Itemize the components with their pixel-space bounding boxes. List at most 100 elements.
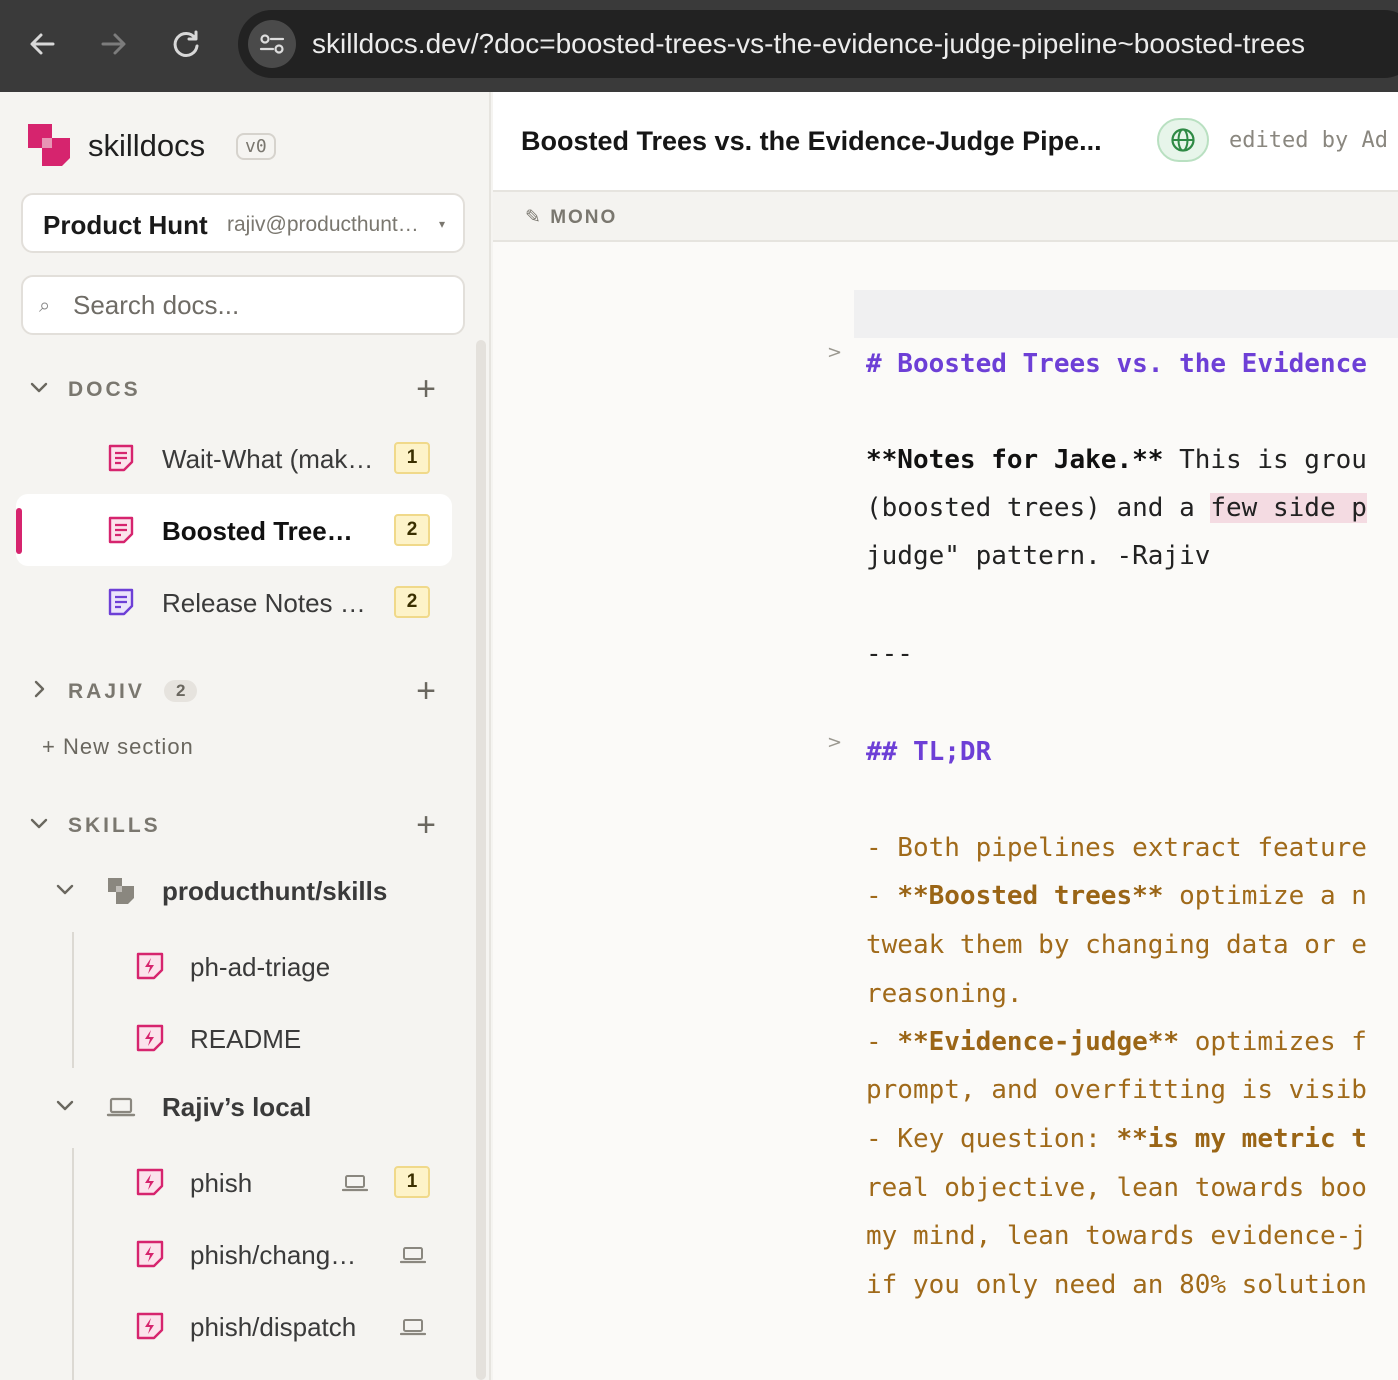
skill-bolt-icon — [136, 1240, 164, 1268]
highlighted-comment-text[interactable]: few side p — [1210, 493, 1367, 523]
editor-mode-bar: ✎ MONO — [493, 192, 1398, 242]
active-indicator — [16, 508, 22, 554]
browser-toolbar: skilldocs.dev/?doc=boosted-trees-vs-the-… — [0, 0, 1398, 92]
doc-item-wait-what[interactable]: Wait-What (maker notes) 1 — [16, 422, 452, 494]
editor-line-3: judge" pattern. -Rajiv — [866, 541, 1211, 571]
doc-item-label: Wait-What (maker notes) — [162, 444, 376, 474]
skill-group-label: Rajiv’s local — [162, 1092, 312, 1122]
search-box[interactable]: ⌕ — [21, 275, 465, 335]
skilldocs-logo-icon — [28, 124, 70, 166]
editor-line-bullet-2: - **Boosted trees** optimize a n — [866, 872, 1367, 920]
fold-chevron-icon[interactable]: > — [827, 732, 842, 753]
bullet-dash: - — [866, 1027, 898, 1057]
doc-icon — [108, 444, 134, 472]
editor-line-bullet-1: - Both pipelines extract feature — [866, 833, 1367, 863]
doc-item-label: Release Notes Skill — [162, 588, 372, 618]
version-badge: v0 — [236, 133, 276, 160]
bold-text: **Evidence-judge** — [897, 1027, 1180, 1057]
skill-item-label: phish — [190, 1168, 253, 1198]
caret-down-icon: ▾ — [438, 217, 445, 231]
search-input[interactable] — [73, 287, 453, 323]
doc-item-boosted-trees[interactable]: Boosted Trees vs. the Evidence-Judge Pip… — [16, 494, 452, 566]
editor-line-bullet-3: - **Evidence-judge** optimizes f — [866, 1018, 1367, 1066]
doc-title[interactable]: Boosted Trees vs. the Evidence-Judge Pip… — [521, 126, 1102, 157]
skill-bolt-icon — [136, 1168, 164, 1196]
skill-group-rajiv-local[interactable]: Rajiv’s local — [54, 1080, 454, 1140]
markdown-editor[interactable]: > # Boosted Trees vs. the Evidence **Not… — [493, 244, 1398, 1380]
section-rajiv-header[interactable]: RAJIV 2 + — [28, 672, 448, 712]
brand-name[interactable]: skilldocs — [88, 128, 205, 164]
section-skills-header[interactable]: SKILLS + — [28, 806, 448, 846]
workspace-name: Product Hunt — [43, 210, 208, 240]
site-settings-icon[interactable] — [248, 20, 296, 68]
doc-item-release-notes[interactable]: Release Notes Skill 2 — [16, 566, 452, 638]
add-doc-icon[interactable]: + — [416, 672, 436, 711]
back-arrow-icon[interactable] — [20, 22, 64, 66]
skill-item-phish[interactable]: phish 1 — [136, 1154, 446, 1214]
comment-count-badge: 1 — [394, 1166, 430, 1198]
skill-item-label: phish/dispatch — [190, 1312, 357, 1342]
chevron-down-icon[interactable] — [28, 812, 56, 841]
reload-icon[interactable] — [164, 22, 208, 66]
editor-line-2: (boosted trees) and a few side p — [866, 484, 1367, 532]
section-count-badge: 2 — [164, 680, 198, 702]
section-skills-label: SKILLS — [68, 814, 161, 837]
chevron-down-icon[interactable] — [54, 1094, 76, 1122]
laptop-icon — [400, 1247, 426, 1264]
section-docs-header[interactable]: DOCS + — [28, 370, 448, 410]
skill-item-label: README — [190, 1024, 302, 1054]
url-text[interactable]: skilldocs.dev/?doc=boosted-trees-vs-the-… — [312, 28, 1305, 60]
skill-item-phish-changelog[interactable]: phish/changelog — [136, 1226, 446, 1286]
laptop-icon — [342, 1175, 368, 1192]
skill-group-producthunt[interactable]: producthunt/skills — [54, 864, 454, 924]
comment-count-badge: 2 — [394, 514, 430, 546]
workspace-switcher[interactable]: Product Hunt rajiv@producthunt.com ▾ — [21, 193, 465, 253]
workspace-email: rajiv@producthunt.com — [227, 213, 423, 236]
add-skill-icon[interactable]: + — [416, 806, 436, 845]
editor-line-bullet-4c: my mind, lean towards evidence-j — [866, 1221, 1367, 1251]
add-doc-icon[interactable]: + — [416, 370, 436, 409]
comment-count-badge: 2 — [394, 586, 430, 618]
fold-chevron-icon[interactable]: > — [827, 342, 842, 363]
skill-item-label: ph-ad-triage — [190, 952, 331, 982]
mode-label: MONO — [550, 207, 618, 228]
skill-bolt-icon — [136, 952, 164, 980]
editor-line-hr: --- — [866, 639, 913, 669]
doc-icon — [108, 516, 134, 544]
chevron-down-icon[interactable] — [54, 878, 76, 906]
chevron-down-icon[interactable] — [28, 376, 56, 405]
notes-bold: **Notes for Jake.** — [866, 445, 1164, 475]
bullet-dash: - — [866, 881, 898, 911]
editor-line-bullet-2b: tweak them by changing data or e — [866, 930, 1367, 960]
skill-item-label: phish/changelog — [190, 1240, 366, 1270]
skill-item-ph-ad-triage[interactable]: ph-ad-triage — [136, 938, 446, 998]
laptop-icon — [400, 1319, 426, 1336]
skill-item-phish-dispatch[interactable]: phish/dispatch — [136, 1298, 446, 1358]
frontmatter-block — [854, 290, 1398, 338]
mode-toggle[interactable]: ✎ MONO — [525, 206, 617, 229]
skill-item-readme[interactable]: README — [136, 1010, 446, 1070]
edited-by-text: edited by Ad — [1229, 128, 1388, 153]
address-bar[interactable]: skilldocs.dev/?doc=boosted-trees-vs-the-… — [238, 10, 1398, 78]
new-section-button[interactable]: + New section — [42, 734, 194, 760]
editor-line-h2: ## TL;DR — [866, 737, 992, 767]
tree-guide-line — [72, 1148, 74, 1380]
comment-count-badge: 1 — [394, 442, 430, 474]
search-icon: ⌕ — [39, 295, 51, 317]
notes-rest: This is grou — [1163, 445, 1367, 475]
laptop-icon — [106, 1097, 136, 1117]
editor-line-bullet-4d: if you only need an 80% solution — [866, 1270, 1367, 1300]
forward-arrow-icon[interactable] — [92, 22, 136, 66]
sidebar-scrollbar[interactable] — [476, 340, 486, 1380]
section-docs-label: DOCS — [68, 378, 141, 401]
editor-line-bullet-3b: prompt, and overfitting is visib — [866, 1075, 1367, 1105]
editor-line-h1: # Boosted Trees vs. the Evidence — [866, 349, 1367, 379]
repo-icon — [108, 878, 134, 904]
line-text: optimizes f — [1179, 1027, 1367, 1057]
bold-text: **is my metric t — [1116, 1124, 1367, 1154]
line-text: (boosted trees) and a — [866, 493, 1211, 523]
doc-header: Boosted Trees vs. the Evidence-Judge Pip… — [493, 92, 1398, 192]
publish-globe-button[interactable] — [1157, 118, 1209, 162]
section-rajiv-label: RAJIV — [68, 680, 145, 703]
chevron-right-icon[interactable] — [28, 678, 56, 707]
